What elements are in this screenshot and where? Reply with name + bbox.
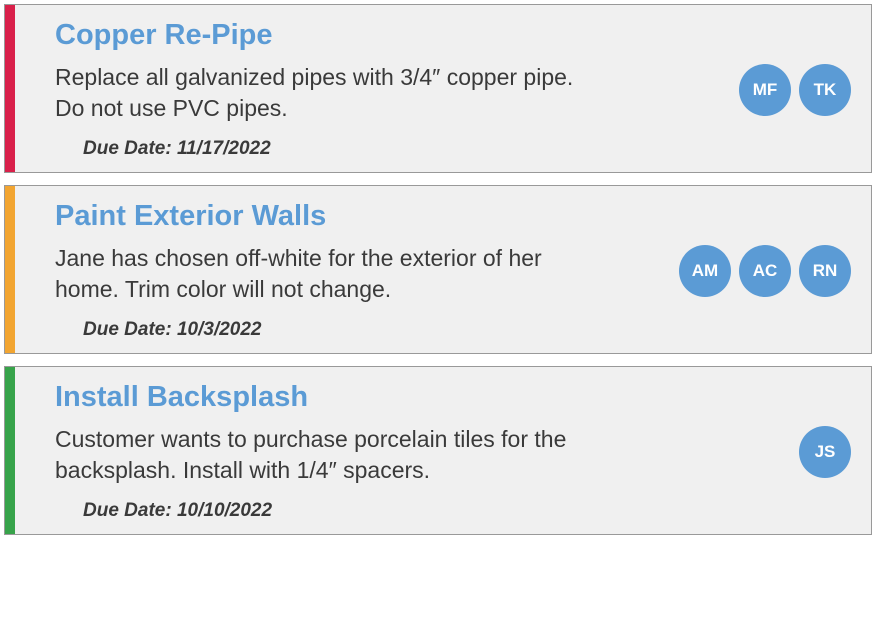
avatar[interactable]: TK bbox=[799, 64, 851, 116]
task-card[interactable]: Paint Exterior Walls Jane has chosen off… bbox=[4, 185, 872, 354]
task-due-date: Due Date: 10/3/2022 bbox=[83, 319, 663, 341]
avatar[interactable]: RN bbox=[799, 245, 851, 297]
priority-stripe bbox=[5, 367, 15, 534]
task-title[interactable]: Install Backsplash bbox=[55, 381, 783, 414]
task-content: Paint Exterior Walls Jane has chosen off… bbox=[55, 200, 663, 341]
task-due-date: Due Date: 11/17/2022 bbox=[83, 138, 723, 160]
assignee-list: AM AC RN bbox=[679, 245, 851, 297]
avatar[interactable]: AM bbox=[679, 245, 731, 297]
task-description: Replace all galvanized pipes with 3/4″ c… bbox=[55, 62, 595, 124]
task-content: Install Backsplash Customer wants to pur… bbox=[55, 381, 783, 522]
avatar[interactable]: AC bbox=[739, 245, 791, 297]
task-description: Jane has chosen off-white for the exteri… bbox=[55, 243, 595, 305]
avatar[interactable]: JS bbox=[799, 426, 851, 478]
priority-stripe bbox=[5, 186, 15, 353]
avatar[interactable]: MF bbox=[739, 64, 791, 116]
assignee-list: MF TK bbox=[739, 64, 851, 116]
task-card[interactable]: Copper Re-Pipe Replace all galvanized pi… bbox=[4, 4, 872, 173]
task-title[interactable]: Copper Re-Pipe bbox=[55, 19, 723, 52]
task-due-date: Due Date: 10/10/2022 bbox=[83, 500, 783, 522]
task-card[interactable]: Install Backsplash Customer wants to pur… bbox=[4, 366, 872, 535]
task-title[interactable]: Paint Exterior Walls bbox=[55, 200, 663, 233]
task-content: Copper Re-Pipe Replace all galvanized pi… bbox=[55, 19, 723, 160]
priority-stripe bbox=[5, 5, 15, 172]
task-description: Customer wants to purchase porcelain til… bbox=[55, 424, 595, 486]
assignee-list: JS bbox=[799, 426, 851, 478]
